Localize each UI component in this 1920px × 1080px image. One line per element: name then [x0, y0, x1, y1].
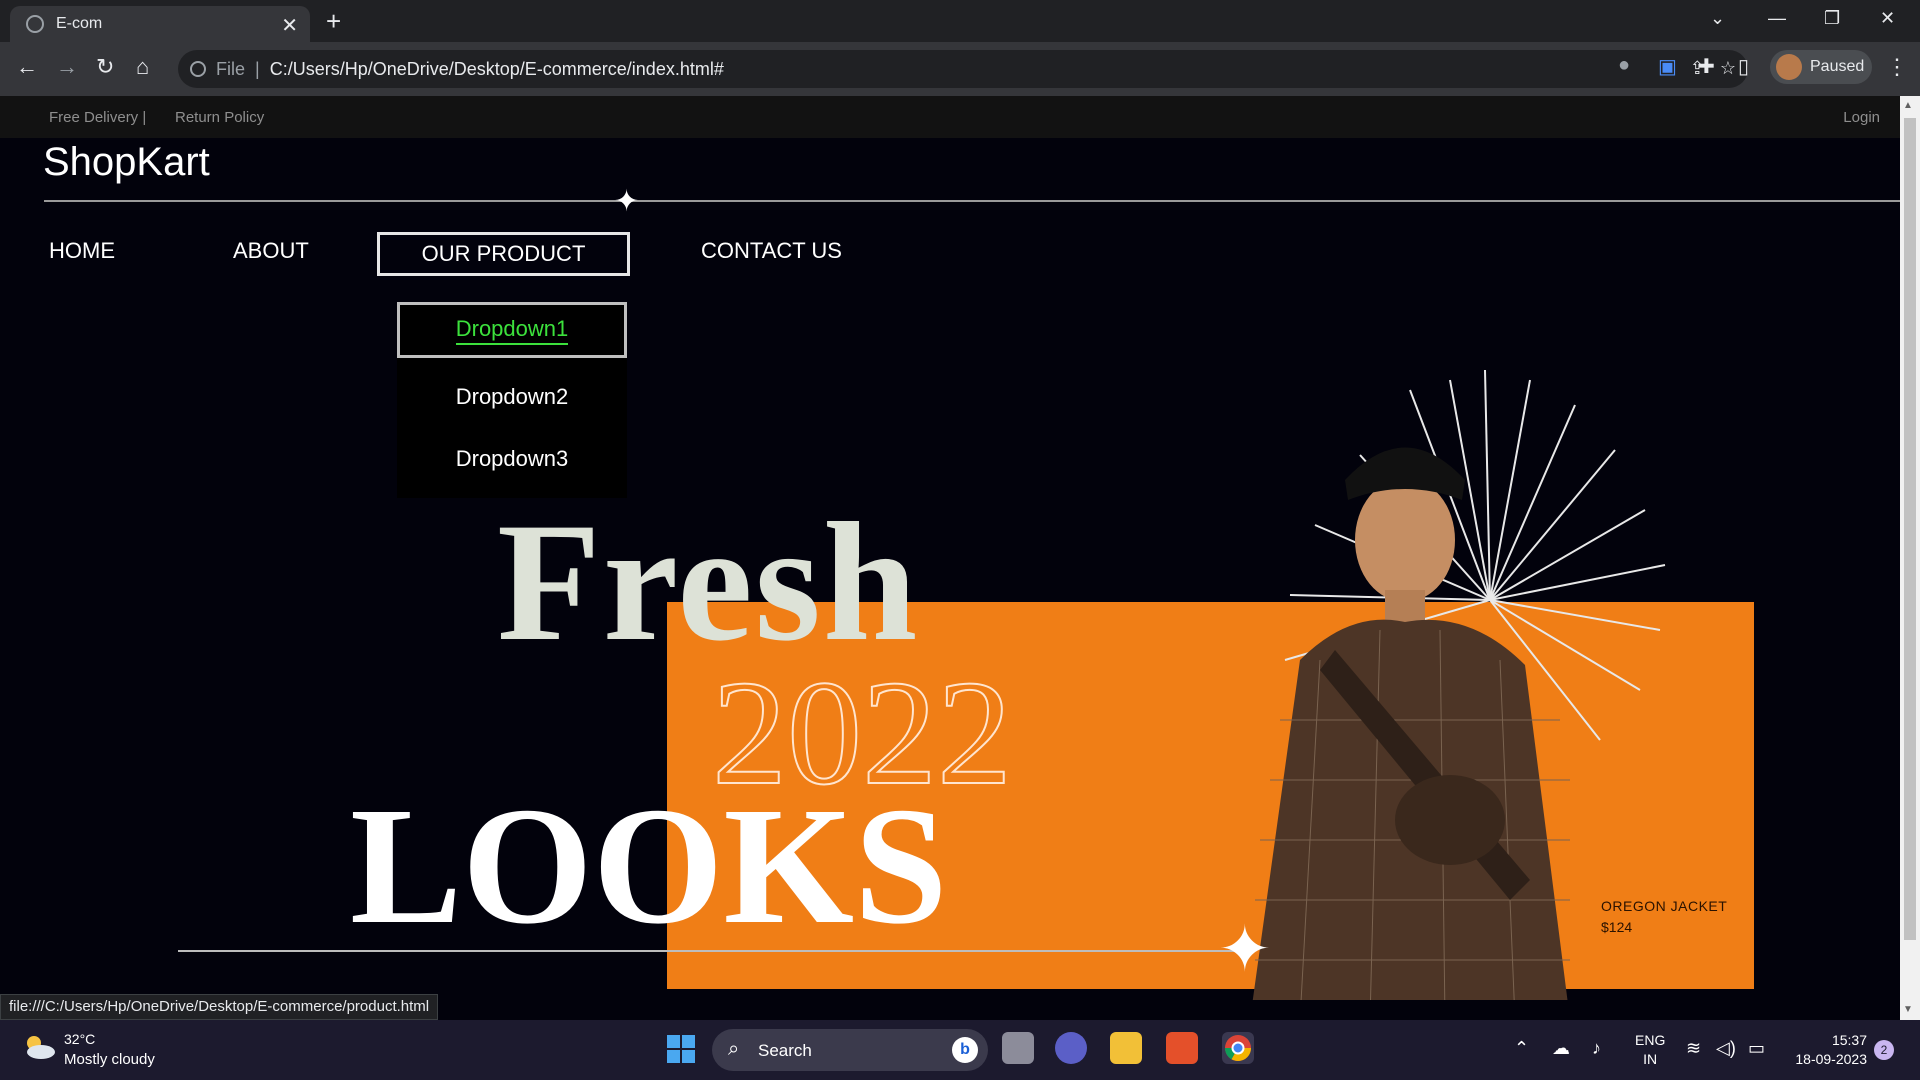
windows-start-icon[interactable]	[667, 1035, 695, 1063]
browser-tab[interactable]: E-com ✕	[10, 6, 310, 42]
hero-divider	[178, 950, 1240, 952]
dropdown-item-1[interactable]: Dropdown1	[397, 302, 627, 358]
nav-about[interactable]: ABOUT	[233, 238, 309, 264]
system-clock[interactable]: 15:37 18-09-2023	[1787, 1031, 1867, 1069]
tab-search-icon[interactable]: ⌄	[1710, 8, 1725, 29]
bing-icon[interactable]: b	[952, 1037, 978, 1063]
product-price: $124	[1601, 919, 1633, 935]
product-name: OREGON JACKET	[1601, 898, 1728, 914]
menu-kebab-icon[interactable]: ⋮	[1886, 54, 1908, 80]
nav-contact[interactable]: CONTACT US	[701, 238, 842, 264]
avatar	[1776, 54, 1802, 80]
back-icon[interactable]: ←	[16, 54, 38, 80]
top-strip: Free Delivery | Return Policy Login	[0, 96, 1900, 138]
nav-our-product[interactable]: OUR PRODUCT	[377, 232, 630, 276]
sparkle-icon: ✦	[614, 185, 640, 218]
lang-code: ENG	[1635, 1032, 1666, 1048]
link-status-bar: file:///C:/Users/Hp/OneDrive/Desktop/E-c…	[0, 994, 439, 1020]
weather-temperature[interactable]: 32°C	[64, 1031, 95, 1047]
windows-taskbar: 32°C Mostly cloudy ⌕ Search b ⌃ ☁ ♪ ENG …	[0, 1020, 1920, 1080]
restore-button[interactable]: ❐	[1824, 8, 1840, 29]
login-link[interactable]: Login	[1843, 109, 1880, 126]
volume-icon[interactable]: ◁)	[1716, 1038, 1736, 1059]
address-bar[interactable]: File | C:/Users/Hp/OneDrive/Desktop/E-co…	[178, 50, 1748, 88]
battery-icon[interactable]: ▭	[1748, 1038, 1765, 1059]
site-info-icon[interactable]	[190, 61, 206, 77]
microphone-icon[interactable]: ♪	[1592, 1038, 1601, 1059]
url-scheme: File	[216, 58, 246, 79]
file-explorer-icon[interactable]	[1110, 1032, 1142, 1064]
task-view-icon[interactable]	[1002, 1032, 1034, 1064]
reload-icon[interactable]: ↻	[96, 54, 114, 80]
new-tab-button[interactable]: +	[326, 6, 341, 37]
return-policy-link[interactable]: Return Policy	[175, 109, 264, 126]
profile-status: Paused	[1810, 58, 1865, 75]
teams-chat-icon[interactable]	[1055, 1032, 1087, 1064]
search-icon: ⌕	[728, 1038, 740, 1060]
scroll-down-icon[interactable]: ▼	[1903, 1004, 1913, 1015]
site-logo[interactable]: ShopKart	[43, 140, 210, 185]
tab-title: E-com	[56, 15, 103, 32]
taskbar-search[interactable]: ⌕ Search b	[712, 1029, 988, 1071]
scroll-up-icon[interactable]: ▲	[1903, 100, 1913, 111]
home-icon[interactable]: ⌂	[136, 54, 149, 80]
window-close-button[interactable]: ✕	[1880, 8, 1895, 29]
clock-date: 18-09-2023	[1795, 1051, 1867, 1067]
chrome-logo-icon	[1224, 1035, 1252, 1062]
hero-line-fresh: Fresh	[497, 488, 920, 676]
sparkle-icon: ✦	[1218, 913, 1272, 985]
dropdown-item-1-label: Dropdown1	[455, 316, 569, 345]
clock-time: 15:37	[1831, 1032, 1867, 1048]
url-text[interactable]: C:/Users/Hp/OneDrive/Desktop/E-commerce/…	[270, 59, 724, 80]
globe-icon	[26, 15, 44, 33]
search-label: Search	[758, 1041, 812, 1060]
minimize-button[interactable]: —	[1768, 8, 1786, 29]
puzzle-icon[interactable]: ✚	[1698, 54, 1715, 79]
scrollbar-thumb[interactable]	[1904, 118, 1916, 940]
weather-condition[interactable]: Mostly cloudy	[64, 1051, 155, 1068]
dropdown-item-3[interactable]: Dropdown3	[397, 446, 627, 472]
lang-region: IN	[1643, 1051, 1658, 1067]
browser-toolbar: ← → ↻ ⌂ File | C:/Users/Hp/OneDrive/Desk…	[0, 42, 1920, 96]
notification-badge[interactable]: 2	[1874, 1040, 1894, 1060]
url-separator: |	[255, 58, 260, 79]
dropdown-item-2[interactable]: Dropdown2	[397, 384, 627, 410]
free-delivery-link[interactable]: Free Delivery |	[49, 109, 146, 126]
chevron-up-icon[interactable]: ⌃	[1514, 1038, 1529, 1059]
browser-tabbar: E-com ✕ + ⌄ — ❐ ✕	[0, 0, 1920, 42]
extension-icon[interactable]: ●	[1618, 54, 1630, 77]
cloud-sun-icon[interactable]	[22, 1034, 56, 1060]
chrome-icon[interactable]	[1222, 1032, 1254, 1064]
side-panel-icon[interactable]: ▯	[1738, 54, 1749, 79]
hero-line-looks: LOOKS	[350, 773, 948, 959]
nav-home[interactable]: HOME	[49, 238, 115, 264]
close-tab-icon[interactable]: ✕	[281, 13, 298, 38]
language-indicator[interactable]: ENG IN	[1635, 1031, 1665, 1069]
wifi-icon[interactable]: ≋	[1686, 1038, 1701, 1059]
onedrive-icon[interactable]: ☁	[1552, 1038, 1570, 1059]
extension-icon[interactable]: ▣	[1658, 54, 1677, 79]
header-divider	[44, 200, 1900, 202]
forward-icon[interactable]: →	[56, 54, 78, 80]
profile-button[interactable]: Paused	[1770, 50, 1872, 84]
brave-browser-icon[interactable]	[1166, 1032, 1198, 1064]
product-dropdown-menu: Dropdown1 Dropdown2 Dropdown3	[397, 302, 627, 498]
